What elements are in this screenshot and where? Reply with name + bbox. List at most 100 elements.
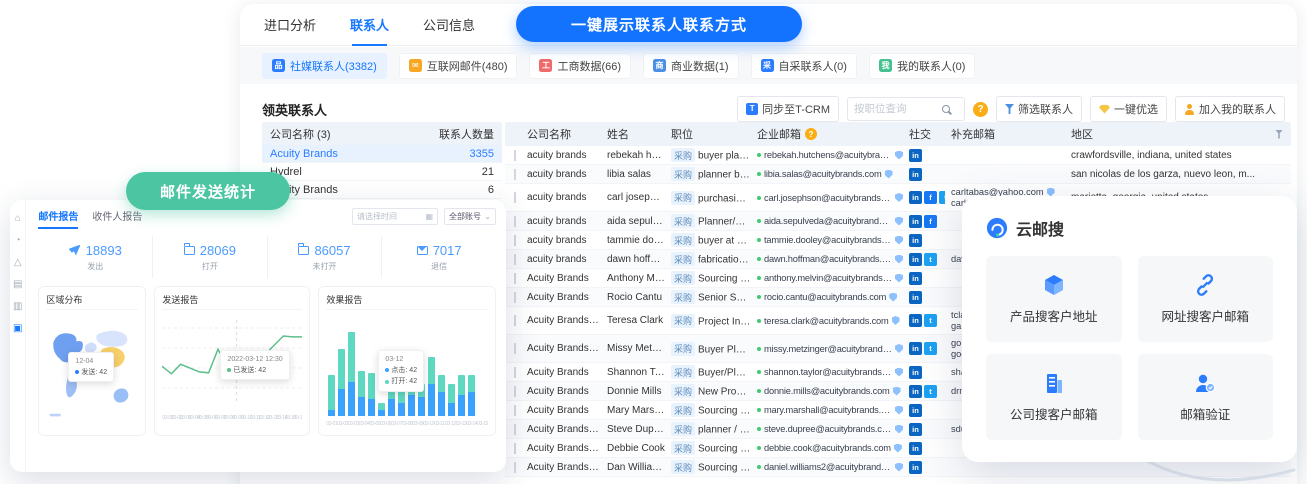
- row-checkbox[interactable]: [514, 443, 516, 454]
- linkedin-icon[interactable]: in: [909, 149, 922, 162]
- region-filter-icon[interactable]: [1275, 130, 1283, 139]
- cloud-card[interactable]: 网址搜客户邮箱: [1138, 256, 1274, 342]
- account-select[interactable]: 全部账号 ⌄: [444, 208, 496, 225]
- row-checkbox[interactable]: [514, 192, 516, 203]
- contact-count: 6: [422, 184, 494, 196]
- section-title: 领英联系人: [262, 100, 327, 119]
- row-checkbox[interactable]: [514, 150, 516, 161]
- linkedin-icon[interactable]: in: [909, 168, 922, 181]
- email-cell: carl.josephson@acuitybrands.com: [751, 193, 903, 203]
- add-to-my-contacts-button[interactable]: 加入我的联系人: [1175, 96, 1285, 122]
- row-checkbox[interactable]: [514, 386, 516, 397]
- twitter-icon[interactable]: t: [924, 314, 937, 327]
- calendar-icon[interactable]: ▣: [13, 324, 22, 334]
- column-header-label: 公司名称: [527, 126, 571, 142]
- source-tab[interactable]: 商商业数据(1): [643, 53, 738, 79]
- row-checkbox[interactable]: [514, 169, 516, 180]
- linkedin-icon[interactable]: in: [909, 253, 922, 266]
- stats-icon[interactable]: ◔: [15, 236, 21, 246]
- tab-进口分析[interactable]: 进口分析: [264, 4, 316, 46]
- linkedin-icon[interactable]: in: [909, 342, 922, 355]
- twitter-icon[interactable]: t: [924, 342, 937, 355]
- row-checkbox[interactable]: [514, 462, 516, 473]
- email-text: missy.metzinger@acuitybrands.com: [764, 344, 892, 354]
- briefcase-icon[interactable]: ▤: [13, 280, 22, 290]
- row-checkbox[interactable]: [514, 367, 516, 378]
- linkedin-icon[interactable]: in: [909, 404, 922, 417]
- source-tab[interactable]: 品社媒联系人(3382): [262, 53, 387, 79]
- role-cell: 采购Buyer/Planner: [665, 365, 751, 379]
- mail-tab[interactable]: 邮件报告: [38, 208, 78, 226]
- company-row[interactable]: Acuity Brands6: [262, 181, 502, 199]
- filter-contacts-button[interactable]: 筛选联系人: [996, 96, 1082, 122]
- home-icon[interactable]: ⌂: [15, 214, 21, 224]
- linkedin-icon[interactable]: in: [909, 314, 922, 327]
- purchase-tag: 采购: [671, 384, 695, 398]
- row-checkbox[interactable]: [514, 424, 516, 435]
- cloud-card[interactable]: 邮箱验证: [1138, 354, 1274, 440]
- source-tab-label: 工商数据(66): [557, 58, 621, 74]
- company-row[interactable]: Hydrel21: [262, 163, 502, 181]
- linkedin-icon[interactable]: in: [909, 272, 922, 285]
- toolbar: T 同步至T-CRM ? 筛选联系人 一键优选 加入我的联系人: [737, 96, 1285, 122]
- cloud-card[interactable]: 产品搜客户地址: [986, 256, 1122, 342]
- linkedin-icon[interactable]: in: [909, 423, 922, 436]
- row-checkbox[interactable]: [514, 292, 516, 303]
- cloud-card[interactable]: 公司搜客户邮箱: [986, 354, 1122, 440]
- source-tab[interactable]: 我我的联系人(0): [869, 53, 975, 79]
- verified-shield-icon: [895, 151, 903, 160]
- role-cell: 采购Project Intergration: [665, 314, 751, 328]
- stat-label: 发出: [87, 261, 103, 272]
- company-table-header: 公司名称 (3)联系人数量: [262, 122, 502, 145]
- company-row[interactable]: Acuity Brands3355: [262, 145, 502, 163]
- report-icon[interactable]: ▥: [13, 302, 22, 312]
- bell-icon[interactable]: △: [14, 258, 22, 268]
- search-icon[interactable]: [942, 105, 950, 113]
- social-cell: int: [903, 385, 945, 398]
- facebook-icon[interactable]: f: [924, 215, 937, 228]
- table-row: acuity brandslibia salas采购planner buyerl…: [505, 165, 1291, 184]
- tab-联系人[interactable]: 联系人: [350, 4, 389, 46]
- linkedin-icon[interactable]: in: [909, 366, 922, 379]
- sync-tcrm-button[interactable]: T 同步至T-CRM: [737, 96, 839, 122]
- date-range-picker[interactable]: 请选择时间 ▦: [352, 208, 438, 225]
- twitter-icon[interactable]: t: [924, 385, 937, 398]
- valid-dot-icon: [757, 257, 761, 261]
- row-checkbox[interactable]: [514, 315, 516, 326]
- role-cell: 采购buyer planner: [665, 148, 751, 162]
- role-text: Project Intergration: [698, 316, 751, 327]
- facebook-icon[interactable]: f: [924, 191, 937, 204]
- source-tab[interactable]: ✉互联网邮件(480): [399, 53, 518, 79]
- row-checkbox[interactable]: [514, 405, 516, 416]
- verified-shield-icon: [889, 293, 897, 302]
- verified-shield-icon: [894, 444, 902, 453]
- email-cell: libia.salas@acuitybrands.com: [751, 169, 903, 179]
- source-tab[interactable]: 工工商数据(66): [529, 53, 631, 79]
- purchase-tag: 采购: [671, 191, 695, 205]
- tab-公司信息[interactable]: 公司信息: [423, 4, 475, 46]
- click-segment: [398, 403, 405, 416]
- linkedin-icon[interactable]: in: [909, 385, 922, 398]
- twitter-icon[interactable]: t: [924, 253, 937, 266]
- row-checkbox[interactable]: [514, 273, 516, 284]
- linkedin-icon[interactable]: in: [909, 291, 922, 304]
- linkedin-icon[interactable]: in: [909, 442, 922, 455]
- cloud-card-label: 邮箱验证: [1180, 404, 1230, 423]
- row-checkbox[interactable]: [514, 235, 516, 246]
- one-click-pick-button[interactable]: 一键优选: [1090, 96, 1167, 122]
- mail-tab[interactable]: 收件人报告: [92, 208, 142, 226]
- source-tab[interactable]: 采自采联系人(0): [751, 53, 857, 79]
- row-checkbox[interactable]: [514, 216, 516, 227]
- linkedin-icon[interactable]: in: [909, 215, 922, 228]
- purchase-tag: 采购: [671, 441, 695, 455]
- position-search-input[interactable]: [854, 103, 942, 115]
- role-cell: 采购Sourcing Specialist: [665, 441, 751, 455]
- help-icon[interactable]: ?: [973, 102, 988, 117]
- row-checkbox[interactable]: [514, 343, 516, 354]
- question-badge-icon[interactable]: ?: [805, 128, 817, 140]
- social-cell: in: [903, 149, 945, 162]
- linkedin-icon[interactable]: in: [909, 191, 922, 204]
- linkedin-icon[interactable]: in: [909, 461, 922, 474]
- linkedin-icon[interactable]: in: [909, 234, 922, 247]
- row-checkbox[interactable]: [514, 254, 516, 265]
